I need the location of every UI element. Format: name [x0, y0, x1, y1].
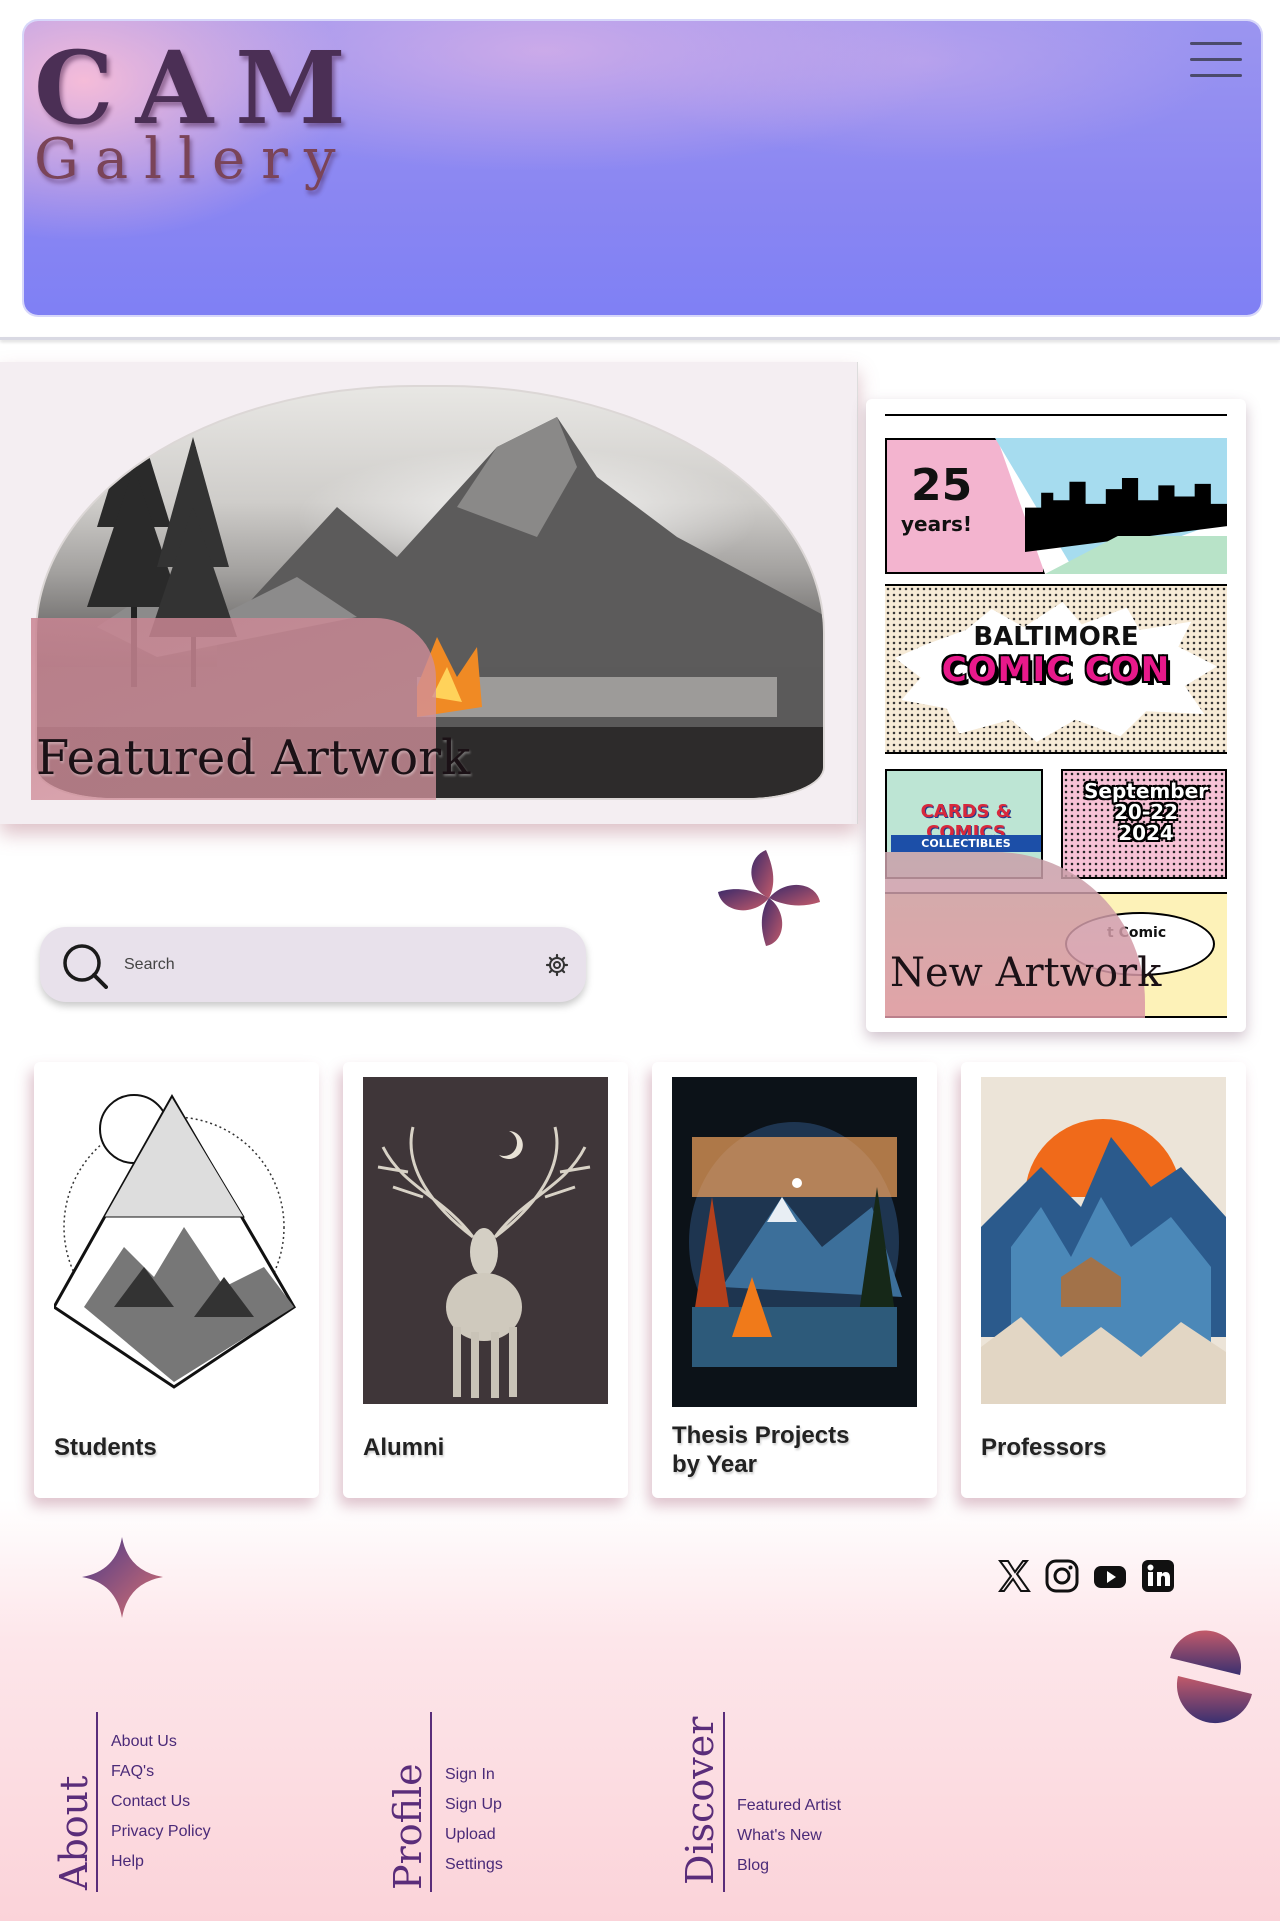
instagram-icon[interactable] [1044, 1558, 1080, 1594]
poster-title-line2: COMIC CON [941, 650, 1171, 690]
split-circle-decoration-icon [1170, 1630, 1252, 1724]
category-label: Professors [981, 1434, 1107, 1461]
professors-artwork-image [981, 1077, 1226, 1404]
footer-divider [96, 1712, 98, 1892]
poster-date-year: 2024 [1118, 821, 1174, 845]
poster-date-month: September [1084, 779, 1208, 803]
footer-divider [723, 1712, 725, 1892]
footer-link-settings[interactable]: Settings [445, 1856, 503, 1874]
search-icon[interactable] [62, 943, 108, 989]
thesis-artwork-image [672, 1077, 917, 1407]
footer-divider [430, 1712, 432, 1892]
linkedin-icon[interactable] [1140, 1558, 1176, 1594]
poster-years-number: 25 [911, 460, 973, 511]
hamburger-menu-icon[interactable] [1190, 42, 1242, 84]
category-card-alumni[interactable]: Alumni [343, 1062, 628, 1498]
footer-heading-profile: Profile [386, 1763, 430, 1890]
poster-sponsor-sub: COLLECTIBLES [891, 835, 1041, 852]
footer-link-privacy-policy[interactable]: Privacy Policy [111, 1823, 211, 1841]
youtube-icon[interactable] [1092, 1558, 1128, 1594]
poster-date-panel: September 20-22 2024 [1061, 769, 1227, 879]
footer-link-about-us[interactable]: About Us [111, 1733, 177, 1751]
alumni-artwork-image [363, 1077, 608, 1404]
featured-artwork-title[interactable]: Featured Artwork [36, 730, 470, 786]
category-card-thesis-projects[interactable]: Thesis Projects by Year [652, 1062, 937, 1498]
footer-link-help[interactable]: Help [111, 1853, 144, 1871]
poster-title-line1: BALTIMORE [973, 622, 1139, 652]
star-decoration-icon [82, 1537, 163, 1618]
poster-date-text: September 20-22 2024 [1063, 781, 1229, 844]
poster-years-label: years! [901, 512, 972, 536]
footer-link-whats-new[interactable]: What's New [737, 1827, 822, 1845]
featured-divider [857, 362, 858, 824]
header-divider [0, 337, 1280, 340]
footer-link-contact-us[interactable]: Contact Us [111, 1793, 190, 1811]
logo-subtitle[interactable]: Gallery [34, 132, 352, 188]
gear-icon[interactable] [545, 953, 569, 977]
students-artwork-image [54, 1077, 299, 1404]
category-label-line1: Thesis Projects [672, 1422, 850, 1449]
footer-link-upload[interactable]: Upload [445, 1826, 496, 1844]
footer-link-faqs[interactable]: FAQ's [111, 1763, 154, 1781]
footer-link-sign-up[interactable]: Sign Up [445, 1796, 502, 1814]
poster-date-days: 20-22 [1114, 800, 1178, 824]
footer-link-blog[interactable]: Blog [737, 1857, 769, 1875]
footer-heading-discover: Discover [678, 1716, 722, 1885]
category-label: Students [54, 1434, 157, 1461]
x-icon[interactable] [996, 1558, 1032, 1594]
footer-link-featured-artist[interactable]: Featured Artist [737, 1797, 841, 1815]
category-card-students[interactable]: Students [34, 1062, 319, 1498]
footer-link-sign-in[interactable]: Sign In [445, 1766, 495, 1784]
category-label-line2: by Year [672, 1450, 757, 1478]
pinwheel-icon [718, 850, 820, 946]
footer-heading-about: About [52, 1775, 96, 1890]
category-label: Thesis Projects by Year [672, 1422, 849, 1480]
category-card-professors[interactable]: Professors [961, 1062, 1246, 1498]
search-input[interactable] [124, 948, 524, 982]
category-label: Alumni [363, 1434, 445, 1461]
new-artwork-title[interactable]: New Artwork [890, 950, 1161, 996]
logo-title[interactable]: CAM [34, 38, 368, 138]
